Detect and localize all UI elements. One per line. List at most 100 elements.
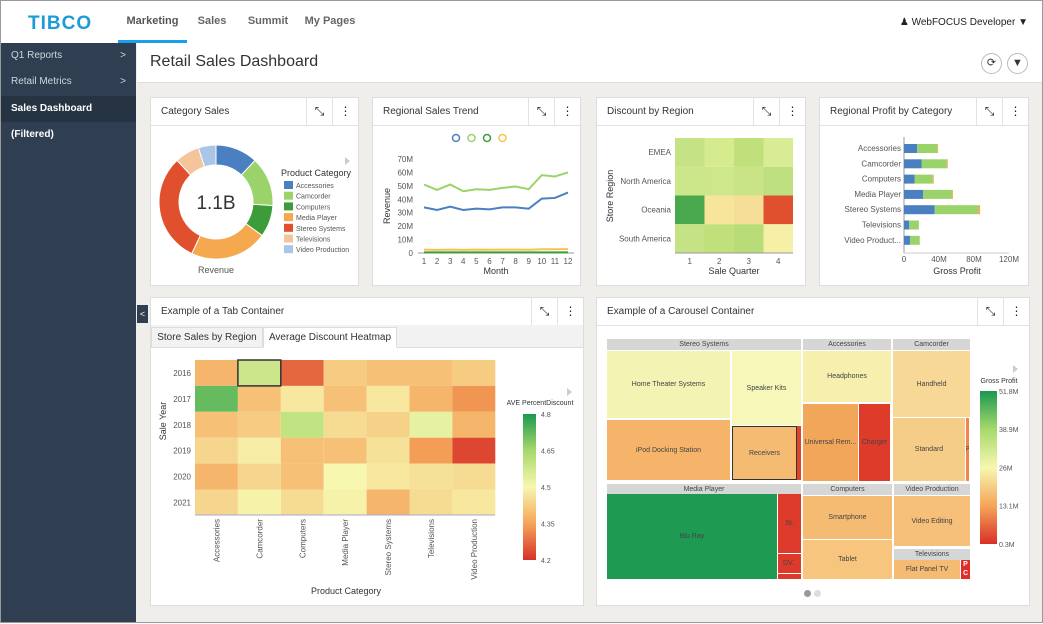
series-line-1 bbox=[423, 171, 569, 193]
treemap-cell[interactable]: Blu Ray bbox=[607, 494, 777, 579]
heatmap-cell bbox=[409, 463, 453, 490]
treemap-cell[interactable]: Universal Rem... bbox=[803, 404, 858, 481]
treemap-cell[interactable]: Standard bbox=[893, 418, 965, 481]
heatmap-cell bbox=[195, 385, 238, 412]
treemap-group-header[interactable]: Accessories bbox=[803, 339, 891, 350]
y-tick-label: Camcorder bbox=[861, 159, 901, 168]
bar-segment bbox=[952, 189, 953, 199]
heatmap-cell bbox=[675, 195, 705, 225]
treemap-cell[interactable]: Charger bbox=[859, 404, 890, 481]
heatmap-cell bbox=[237, 463, 281, 490]
treemap-cell[interactable]: Speaker Kits bbox=[732, 351, 801, 425]
x-tick-label: 1 bbox=[688, 257, 693, 266]
bar-segment bbox=[923, 189, 953, 199]
treemap-group-header[interactable]: Televisions bbox=[894, 549, 970, 560]
treemap-group-header[interactable]: Media Player bbox=[607, 484, 801, 494]
x-axis-title: Product Category bbox=[311, 586, 382, 596]
y-tick-label: 40M bbox=[397, 195, 413, 204]
heatmap-cell bbox=[763, 166, 793, 196]
x-tick-label: 4 bbox=[776, 257, 781, 266]
heatmap-cell bbox=[323, 463, 367, 490]
x-tick-label: 8 bbox=[513, 257, 518, 266]
heatmap-cell bbox=[195, 360, 238, 386]
treemap-cell[interactable]: iPod Docking Station bbox=[607, 420, 730, 480]
legend-label: Computers bbox=[296, 204, 331, 211]
treemap-group-header[interactable]: Stereo Systems bbox=[607, 339, 801, 350]
legend-label: Stereo Systems bbox=[296, 226, 346, 233]
heatmap-cell bbox=[280, 463, 324, 490]
treemap-cell[interactable]: Tablet bbox=[803, 540, 892, 579]
x-tick-label: Computers bbox=[298, 519, 307, 558]
y-tick-label: North America bbox=[620, 177, 671, 186]
heatmap-cell bbox=[452, 437, 496, 464]
heatmap-cell bbox=[734, 224, 764, 253]
x-tick-label: 4 bbox=[461, 257, 466, 266]
treemap-cell[interactable] bbox=[778, 574, 801, 579]
legend-marker-2 bbox=[482, 133, 492, 143]
color-scale-bar bbox=[980, 391, 997, 544]
treemap-group-header[interactable]: Video Production bbox=[894, 484, 970, 495]
heatmap-cell bbox=[409, 385, 453, 412]
carousel-dot-1[interactable] bbox=[804, 590, 811, 597]
x-tick-label: 7 bbox=[500, 257, 505, 266]
x-tick-label: Camcorder bbox=[255, 519, 264, 559]
treemap-cell[interactable]: Home Theater Systems bbox=[607, 351, 730, 418]
bar-segment bbox=[904, 144, 918, 153]
legend-label: Video Production bbox=[296, 247, 349, 254]
y-tick-label: 2019 bbox=[173, 447, 191, 456]
color-scale-label: 38.9M bbox=[999, 427, 1019, 434]
x-axis-title: Gross Profit bbox=[933, 266, 981, 276]
treemap-cell[interactable]: Flat Panel TV bbox=[894, 560, 960, 579]
heatmap-cell bbox=[675, 166, 705, 196]
legend-swatch bbox=[284, 181, 293, 189]
treemap-cell[interactable]: DV.. bbox=[778, 554, 801, 573]
heatmap-cell bbox=[195, 411, 238, 438]
treemap-group-header[interactable]: Computers bbox=[803, 484, 892, 495]
bar-segment bbox=[904, 159, 922, 169]
bar-segment bbox=[937, 144, 939, 153]
heatmap-cell bbox=[452, 463, 496, 490]
heatmap-cell bbox=[409, 489, 453, 516]
x-tick-label: 6 bbox=[487, 257, 492, 266]
heatmap-cell bbox=[366, 489, 410, 516]
treemap-cell[interactable]: Headphones bbox=[803, 351, 891, 402]
heatmap-cell bbox=[237, 437, 281, 464]
treemap-cell[interactable]: Video Editing bbox=[894, 496, 970, 546]
heatmap-cell bbox=[452, 489, 496, 516]
x-tick-label: 11 bbox=[551, 257, 560, 266]
heatmap-cell bbox=[366, 437, 410, 464]
treemap-cell[interactable]: C bbox=[961, 568, 970, 579]
heatmap-cell bbox=[237, 411, 281, 438]
pie-slice-3 bbox=[191, 223, 263, 260]
y-tick-label: 10M bbox=[397, 236, 413, 245]
heatmap-cell bbox=[675, 224, 705, 253]
color-scale-label: 0.3M bbox=[999, 542, 1015, 549]
treemap-cell[interactable] bbox=[797, 426, 801, 480]
y-tick-label: Stereo Systems bbox=[845, 205, 901, 214]
heatmap-cell bbox=[704, 195, 734, 225]
treemap-cell[interactable]: St. bbox=[778, 494, 801, 553]
legend-swatch bbox=[284, 223, 293, 232]
x-tick-label: 12 bbox=[564, 257, 573, 266]
carousel-dot-2[interactable] bbox=[814, 590, 821, 597]
heatmap-cell bbox=[323, 411, 367, 438]
heatmap-cell bbox=[280, 437, 324, 464]
treemap-cell[interactable]: P bbox=[966, 418, 969, 481]
x-tick-label: 0 bbox=[902, 255, 907, 264]
treemap-cell[interactable]: P bbox=[961, 560, 970, 568]
x-tick-label: 80M bbox=[966, 255, 982, 264]
treemap-cell[interactable]: Handheld bbox=[893, 351, 970, 417]
x-tick-label: 2 bbox=[717, 257, 722, 266]
treemap-cell[interactable]: Smartphone bbox=[803, 496, 892, 539]
heatmap-cell bbox=[195, 437, 238, 464]
y-tick-label: Televisions bbox=[862, 221, 901, 230]
treemap-cell[interactable]: Receivers bbox=[732, 426, 797, 480]
treemap-group-header[interactable]: Camcorder bbox=[893, 339, 970, 350]
heatmap-cell bbox=[704, 166, 734, 196]
heatmap-cell bbox=[704, 138, 734, 167]
bar-segment bbox=[934, 205, 979, 215]
bar-segment bbox=[932, 174, 934, 184]
bar-segment bbox=[904, 174, 915, 184]
heatmap-cell bbox=[366, 385, 410, 412]
bar-segment bbox=[914, 174, 933, 184]
